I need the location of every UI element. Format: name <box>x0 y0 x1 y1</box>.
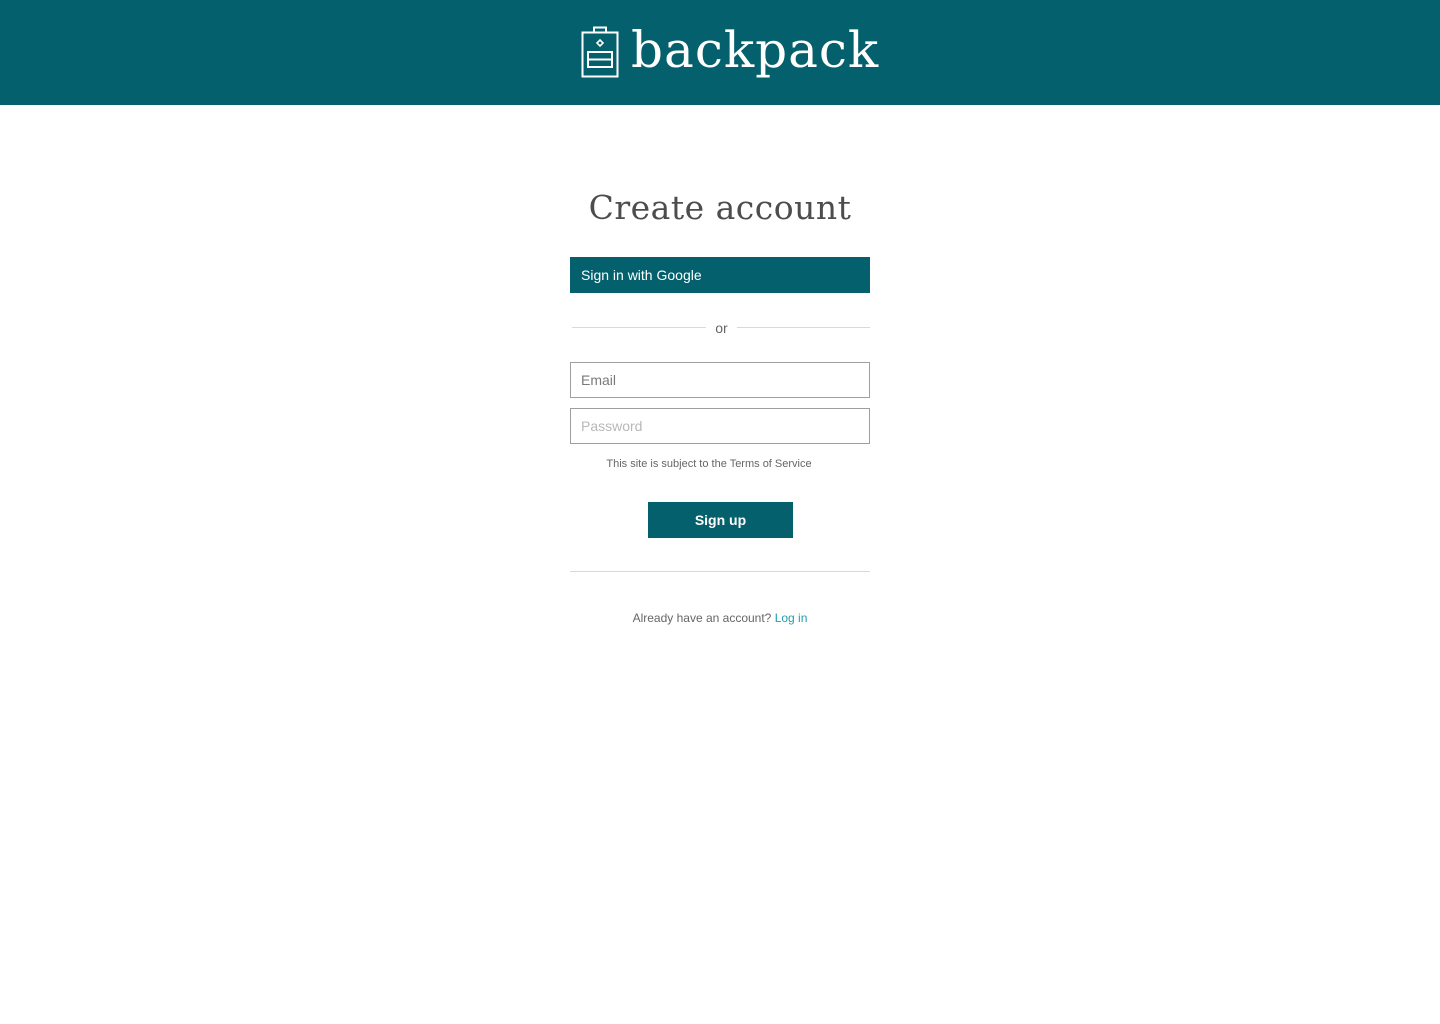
login-link[interactable]: Log in <box>775 611 808 625</box>
google-signin-button[interactable]: Sign in with Google <box>570 257 870 293</box>
or-divider: or <box>570 318 870 338</box>
password-field[interactable] <box>570 408 870 444</box>
signup-button[interactable]: Sign up <box>648 502 793 538</box>
terms-notice: This site is subject to the Terms of Ser… <box>606 458 812 470</box>
brand-logo[interactable]: backpack <box>581 20 879 84</box>
or-text: or <box>715 320 728 336</box>
page-title: Create account <box>588 188 852 227</box>
backpack-icon <box>581 26 619 78</box>
divider-line-right <box>737 327 870 328</box>
section-divider <box>570 571 870 572</box>
divider-line-left <box>572 327 706 328</box>
email-field[interactable] <box>570 362 870 398</box>
login-prompt-text: Already have an account? <box>632 611 772 625</box>
login-prompt: Already have an account? Log in <box>570 609 870 627</box>
top-bar: backpack <box>0 0 1440 105</box>
brand-name: backpack <box>631 21 880 79</box>
